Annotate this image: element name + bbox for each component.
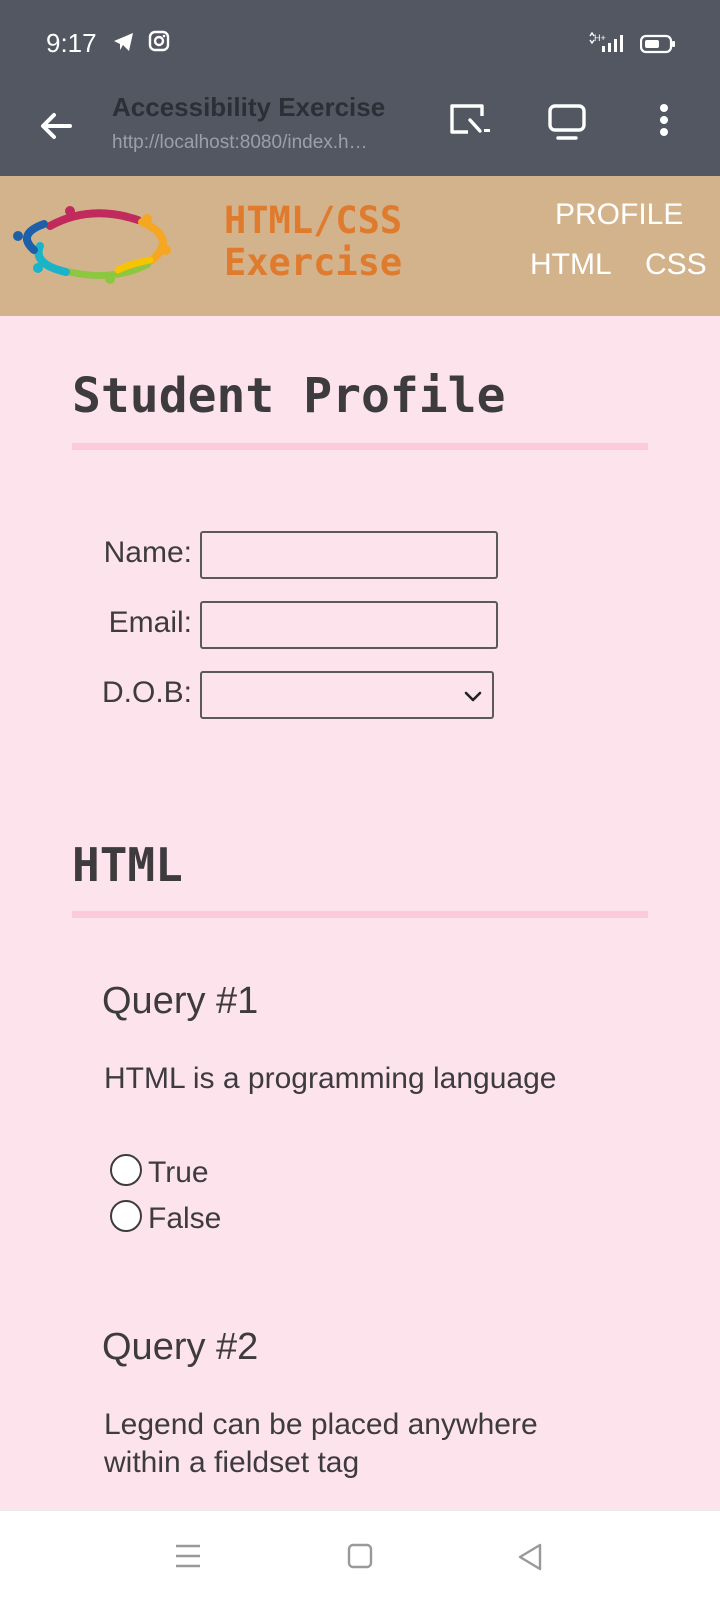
browser-toolbar: Accessibility Exercise http://localhost:… <box>0 88 720 176</box>
instagram-icon <box>148 30 170 57</box>
query-1-text: HTML is a programming language <box>104 1062 557 1095</box>
more-vert-icon[interactable] <box>640 100 688 148</box>
tab-switcher-icon[interactable] <box>544 100 592 148</box>
query-2-text-line-2: within a fieldset tag <box>104 1446 360 1479</box>
query-2-text: Legend can be placed anywhere within a f… <box>104 1406 624 1482</box>
student-profile-heading: Student Profile <box>72 368 506 424</box>
query-2-title: Query #2 <box>102 1326 259 1368</box>
html-heading-divider <box>72 911 648 918</box>
battery-icon <box>639 34 676 59</box>
radio-button[interactable] <box>110 1200 142 1232</box>
radio-label-false: False <box>148 1202 222 1235</box>
dob-label: D.O.B: <box>101 676 192 709</box>
home-icon[interactable] <box>347 1543 373 1574</box>
main-content: Student Profile Name: Email: D.O.B: HTML… <box>0 316 720 1510</box>
radio-button[interactable] <box>110 1154 142 1186</box>
email-field[interactable] <box>200 601 498 649</box>
browser-page-title: Accessibility Exercise <box>112 92 386 122</box>
svg-text:H+: H+ <box>594 33 606 43</box>
query-2-text-line-1: Legend can be placed anywhere <box>104 1408 538 1441</box>
system-nav-bar <box>0 1510 720 1600</box>
dob-select[interactable] <box>200 671 494 719</box>
nav-link-html[interactable]: HTML <box>530 248 612 282</box>
signal-icon: H+ <box>588 31 628 59</box>
name-field[interactable] <box>200 531 498 579</box>
brand-line-1: HTML/CSS <box>224 199 403 242</box>
query-1-title: Query #1 <box>102 980 259 1022</box>
name-label: Name: <box>103 536 192 569</box>
cast-icon[interactable] <box>448 100 496 148</box>
back-arrow-icon[interactable] <box>36 106 76 146</box>
browser-url[interactable]: http://localhost:8080/index.h… <box>112 132 368 154</box>
email-label: Email: <box>108 606 192 639</box>
menu-icon[interactable] <box>174 1543 202 1574</box>
team-circle-logo-icon <box>10 206 175 286</box>
html-section-heading: HTML <box>72 838 183 892</box>
heading-divider <box>72 443 648 450</box>
nav-link-profile[interactable]: PROFILE <box>555 198 683 232</box>
status-time: 9:17 <box>46 28 97 58</box>
brand-line-2: Exercise <box>224 241 403 284</box>
brand-title: HTML/CSS Exercise <box>224 200 402 284</box>
nav-link-css[interactable]: CSS <box>645 248 707 282</box>
site-header: HTML/CSS Exercise PROFILE HTML CSS <box>0 176 720 316</box>
radio-label-true: True <box>148 1156 209 1189</box>
back-icon[interactable] <box>516 1543 544 1576</box>
telegram-icon <box>112 30 136 59</box>
status-bar: 9:17 H+ <box>0 0 720 88</box>
chevron-down-icon <box>462 685 484 707</box>
